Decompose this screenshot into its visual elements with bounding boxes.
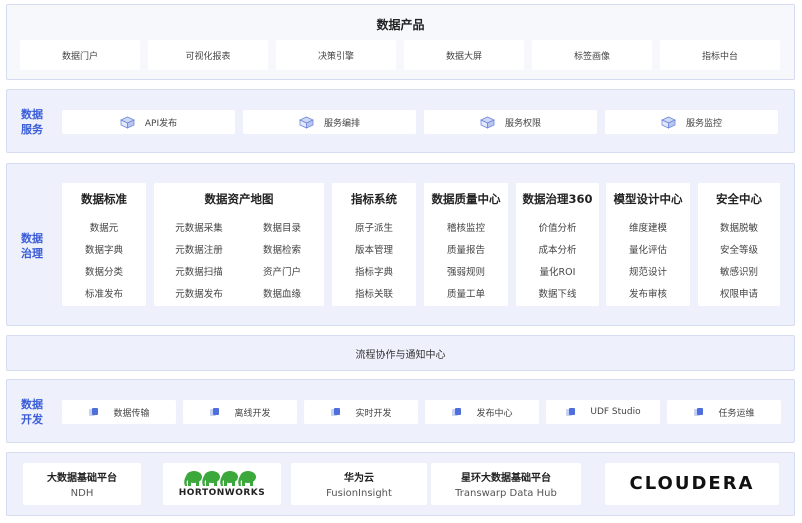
module-icon bbox=[88, 407, 99, 417]
governance-quality-center[interactable]: 数据质量中心 稽核监控 质量报告 强弱规则 质量工单 bbox=[424, 183, 508, 306]
column-title: 模型设计中心 bbox=[613, 192, 683, 206]
list-item[interactable]: 数据血缘 bbox=[244, 286, 320, 300]
dev-realtime[interactable]: 实时开发 bbox=[304, 400, 418, 424]
list-item[interactable]: 成本分析 bbox=[516, 242, 599, 256]
service-monitoring[interactable]: 服务监控 bbox=[605, 110, 778, 134]
base-transwarp[interactable]: 星环大数据基础平台 Transwarp Data Hub bbox=[431, 463, 581, 505]
product-tag-profile[interactable]: 标签画像 bbox=[532, 40, 652, 70]
hortonworks-logo-text: HORTONWORKS bbox=[178, 488, 266, 498]
dev-offline[interactable]: 离线开发 bbox=[183, 400, 297, 424]
list-item[interactable]: 价值分析 bbox=[516, 220, 599, 234]
dev-udf-studio[interactable]: UDF Studio bbox=[546, 400, 660, 424]
dev-task-ops[interactable]: 任务运维 bbox=[667, 400, 781, 424]
dev-publish-center[interactable]: 发布中心 bbox=[425, 400, 539, 424]
list-item[interactable]: 数据目录 bbox=[244, 220, 320, 234]
list-item[interactable]: 原子派生 bbox=[332, 220, 416, 234]
governance-asset-map[interactable]: 数据资产地图 元数据采集 元数据注册 元数据扫描 元数据发布 数据目录 数据检索… bbox=[154, 183, 324, 306]
list-item[interactable]: 维度建模 bbox=[606, 220, 690, 234]
column-title: 指标系统 bbox=[351, 192, 397, 206]
elephant-icon bbox=[182, 467, 262, 487]
column-title: 数据标准 bbox=[81, 192, 127, 206]
column-title: 数据治理360 bbox=[522, 192, 593, 206]
base-ndh[interactable]: 大数据基础平台 NDH bbox=[23, 463, 141, 505]
data-service-label: 数据 服务 bbox=[21, 108, 43, 136]
list-item[interactable]: 质量工单 bbox=[424, 286, 508, 300]
data-dev-layer: 数据 开发 数据传输 离线开发 实时开发 发布中心 UDF Studio 任务运… bbox=[6, 379, 795, 443]
base-hortonworks[interactable]: HORTONWORKS bbox=[163, 463, 281, 505]
list-item[interactable]: 量化ROI bbox=[516, 264, 599, 278]
cube-icon bbox=[480, 116, 495, 129]
list-item[interactable]: 数据下线 bbox=[516, 286, 599, 300]
list-item[interactable]: 数据字典 bbox=[62, 242, 146, 256]
cube-icon bbox=[661, 116, 676, 129]
service-api-publish[interactable]: API发布 bbox=[62, 110, 235, 134]
list-item[interactable]: 指标关联 bbox=[332, 286, 416, 300]
list-item[interactable]: 安全等级 bbox=[698, 242, 780, 256]
list-item[interactable]: 元数据注册 bbox=[154, 242, 244, 256]
governance-metric-system[interactable]: 指标系统 原子派生 版本管理 指标字典 指标关联 bbox=[332, 183, 416, 306]
governance-360[interactable]: 数据治理360 价值分析 成本分析 量化ROI 数据下线 bbox=[516, 183, 599, 306]
base-cloudera[interactable]: CLOUDERA bbox=[605, 463, 779, 505]
data-dev-label: 数据 开发 bbox=[21, 398, 43, 426]
data-products-layer: 数据产品 数据门户 可视化报表 决策引擎 数据大屏 标签画像 指标中台 bbox=[6, 4, 795, 80]
service-orchestration[interactable]: 服务编排 bbox=[243, 110, 416, 134]
list-item[interactable]: 数据分类 bbox=[62, 264, 146, 278]
list-item[interactable]: 指标字典 bbox=[332, 264, 416, 278]
list-item[interactable]: 数据检索 bbox=[244, 242, 320, 256]
list-item[interactable]: 元数据采集 bbox=[154, 220, 244, 234]
base-platform-layer: 大数据基础平台 NDH HORTONWORKS 华为云 FusionInsigh… bbox=[6, 452, 795, 516]
module-icon bbox=[565, 407, 576, 417]
list-item[interactable]: 版本管理 bbox=[332, 242, 416, 256]
governance-security-center[interactable]: 安全中心 数据脱敏 安全等级 敏感识别 权限申请 bbox=[698, 183, 780, 306]
base-huawei-cloud[interactable]: 华为云 FusionInsight bbox=[291, 463, 427, 505]
product-portal[interactable]: 数据门户 bbox=[20, 40, 140, 70]
column-title: 数据资产地图 bbox=[204, 192, 274, 206]
governance-data-standard[interactable]: 数据标准 数据元 数据字典 数据分类 标准发布 bbox=[62, 183, 146, 306]
list-item[interactable]: 敏感识别 bbox=[698, 264, 780, 278]
data-products-title: 数据产品 bbox=[376, 18, 425, 32]
list-item[interactable]: 质量报告 bbox=[424, 242, 508, 256]
column-title: 安全中心 bbox=[716, 192, 762, 206]
data-governance-layer: 数据 治理 数据标准 数据元 数据字典 数据分类 标准发布 数据资产地图 元数据… bbox=[6, 163, 795, 326]
product-visual-report[interactable]: 可视化报表 bbox=[148, 40, 268, 70]
cloudera-logo: CLOUDERA bbox=[629, 473, 755, 494]
governance-model-design[interactable]: 模型设计中心 维度建模 量化评估 规范设计 发布审核 bbox=[606, 183, 690, 306]
list-item[interactable]: 数据脱敏 bbox=[698, 220, 780, 234]
cube-icon bbox=[119, 116, 135, 129]
module-icon bbox=[209, 407, 220, 417]
list-item[interactable]: 数据元 bbox=[62, 220, 146, 234]
dev-data-transfer[interactable]: 数据传输 bbox=[62, 400, 176, 424]
module-icon bbox=[330, 407, 341, 417]
list-item[interactable]: 权限申请 bbox=[698, 286, 780, 300]
workflow-layer[interactable]: 流程协作与通知中心 bbox=[6, 335, 795, 371]
workflow-title: 流程协作与通知中心 bbox=[355, 350, 446, 361]
data-governance-label: 数据 治理 bbox=[21, 232, 43, 260]
list-item[interactable]: 资产门户 bbox=[244, 264, 320, 278]
product-decision-engine[interactable]: 决策引擎 bbox=[276, 40, 396, 70]
product-big-screen[interactable]: 数据大屏 bbox=[404, 40, 524, 70]
list-item[interactable]: 发布审核 bbox=[606, 286, 690, 300]
list-item[interactable]: 稽核监控 bbox=[424, 220, 508, 234]
cube-icon bbox=[299, 116, 314, 129]
module-icon bbox=[451, 407, 462, 417]
list-item[interactable]: 量化评估 bbox=[606, 242, 690, 256]
product-metrics-platform[interactable]: 指标中台 bbox=[660, 40, 780, 70]
list-item[interactable]: 规范设计 bbox=[606, 264, 690, 278]
data-service-layer: 数据 服务 API发布 服务编排 服务权限 服务监控 bbox=[6, 89, 795, 153]
list-item[interactable]: 元数据发布 bbox=[154, 286, 244, 300]
list-item[interactable]: 强弱规则 bbox=[424, 264, 508, 278]
list-item[interactable]: 标准发布 bbox=[62, 286, 146, 300]
module-icon bbox=[693, 407, 704, 417]
list-item[interactable]: 元数据扫描 bbox=[154, 264, 244, 278]
column-title: 数据质量中心 bbox=[431, 192, 501, 206]
service-permission[interactable]: 服务权限 bbox=[424, 110, 597, 134]
